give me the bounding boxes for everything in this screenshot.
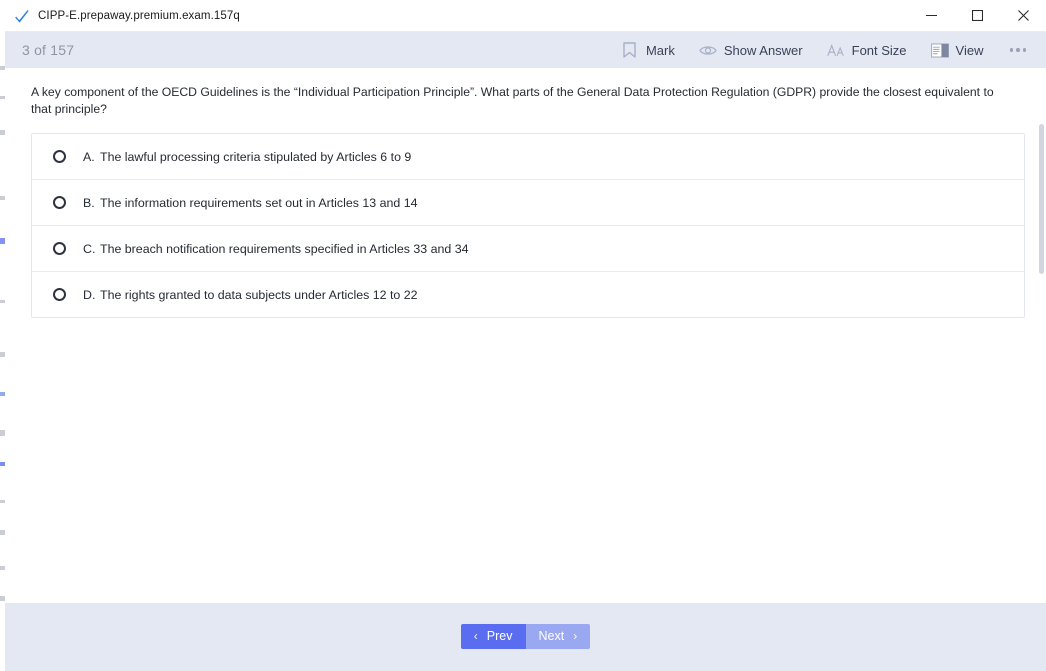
- next-button[interactable]: Next ›: [525, 623, 591, 649]
- prev-button[interactable]: ‹ Prev: [460, 623, 526, 649]
- question-content: A key component of the OECD Guidelines i…: [5, 68, 1046, 318]
- radio-button-b[interactable]: [53, 196, 66, 209]
- answer-options-list: A. The lawful processing criteria stipul…: [31, 133, 1025, 318]
- next-label: Next: [538, 629, 565, 643]
- option-letter-c: C.: [83, 241, 96, 256]
- question-panel: A key component of the OECD Guidelines i…: [5, 68, 1046, 603]
- bookmark-icon: [621, 41, 639, 59]
- option-text-b: The information requirements set out in …: [100, 195, 418, 210]
- blue-check-icon: [14, 8, 30, 24]
- prev-label: Prev: [486, 629, 513, 643]
- option-letter-b: B.: [83, 195, 95, 210]
- radio-button-a[interactable]: [53, 150, 66, 163]
- more-options-button[interactable]: [996, 44, 1041, 56]
- window-controls: [908, 0, 1046, 31]
- eye-icon: [699, 41, 717, 59]
- chevron-left-icon: ‹: [473, 629, 478, 643]
- question-counter: 3 of 157: [22, 42, 75, 58]
- mark-label: Mark: [645, 42, 675, 58]
- maximize-button[interactable]: [954, 0, 1000, 31]
- navigation-buttons: ‹ Prev Next ›: [460, 623, 591, 649]
- footer-bar: ‹ Prev Next ›: [5, 603, 1046, 671]
- layout-view-icon: [930, 41, 949, 59]
- font-size-button[interactable]: Font Size: [815, 37, 919, 63]
- option-letter-d: D.: [83, 287, 96, 302]
- vertical-scrollbar[interactable]: [1039, 124, 1044, 274]
- radio-button-d[interactable]: [53, 288, 66, 301]
- toolbar: Mark Show Answer Font Size View: [609, 37, 1040, 63]
- close-button[interactable]: [1000, 0, 1046, 31]
- show-answer-button[interactable]: Show Answer: [687, 37, 815, 63]
- chevron-right-icon: ›: [573, 629, 578, 643]
- option-text-a: The lawful processing criteria stipulate…: [100, 149, 412, 164]
- title-bar: CIPP-E.prepaway.premium.exam.157q: [5, 0, 1046, 32]
- answer-option-c[interactable]: C. The breach notification requirements …: [32, 226, 1024, 272]
- exam-app-window: CIPP-E.prepaway.premium.exam.157q 3 of 1…: [5, 0, 1046, 671]
- font-size-label: Font Size: [851, 42, 907, 58]
- mark-button[interactable]: Mark: [609, 37, 687, 63]
- answer-option-b[interactable]: B. The information requirements set out …: [32, 180, 1024, 226]
- title-bar-left: CIPP-E.prepaway.premium.exam.157q: [5, 8, 240, 24]
- answer-option-d[interactable]: D. The rights granted to data subjects u…: [32, 272, 1024, 317]
- option-letter-a: A.: [83, 149, 95, 164]
- answer-option-a[interactable]: A. The lawful processing criteria stipul…: [32, 134, 1024, 180]
- show-answer-label: Show Answer: [723, 42, 803, 58]
- question-text: A key component of the OECD Guidelines i…: [31, 85, 994, 116]
- toolbar-bar: 3 of 157 Mark Show Answer Font Size View: [5, 32, 1046, 68]
- option-text-c: The breach notification requirements spe…: [100, 241, 469, 256]
- option-text-d: The rights granted to data subjects unde…: [100, 287, 418, 302]
- minimize-button[interactable]: [908, 0, 954, 31]
- font-size-icon: [826, 41, 845, 59]
- window-title: CIPP-E.prepaway.premium.exam.157q: [38, 9, 240, 22]
- ellipsis-icon: [1009, 48, 1026, 52]
- view-button[interactable]: View: [919, 37, 996, 63]
- view-label: View: [955, 42, 984, 58]
- radio-button-c[interactable]: [53, 242, 66, 255]
